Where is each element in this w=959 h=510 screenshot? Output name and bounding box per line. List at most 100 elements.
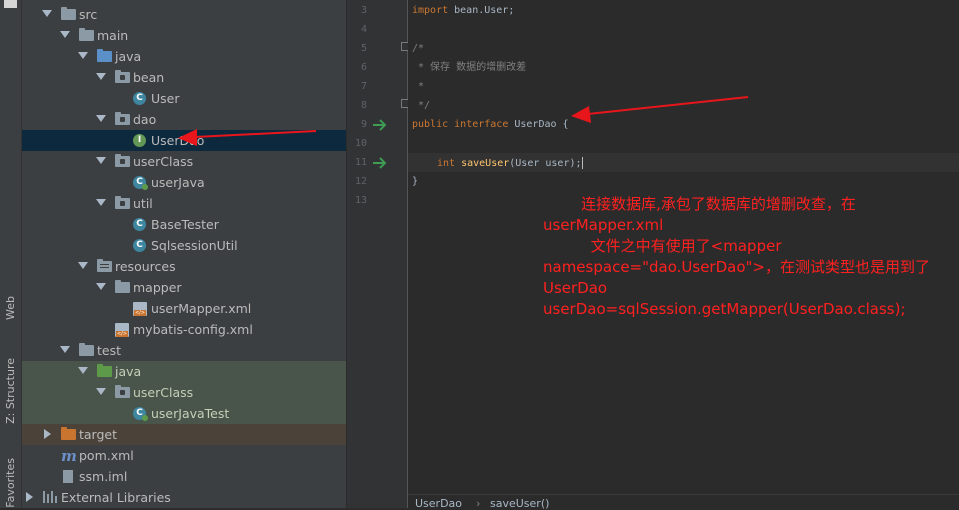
annotation-note: 连接数据库,承包了数据库的增删改查，在 userMapper.xml 文件之中有… <box>543 194 953 320</box>
line-number: 11 <box>354 157 367 168</box>
tree-label: UserDao <box>151 133 205 148</box>
tree-row-util[interactable]: util <box>22 193 346 214</box>
line-number: 7 <box>360 81 367 92</box>
tree-row-basetester[interactable]: C BaseTester <box>22 214 346 235</box>
code-editor[interactable]: import bean.User; /* * 保存 数据的增删改差 * */ p… <box>408 0 959 510</box>
code-line-6: * 保存 数据的增删改差 <box>412 62 527 73</box>
favorites-tool-tab[interactable]: Favorites <box>0 458 21 508</box>
expand-arrow-icon[interactable] <box>78 262 88 269</box>
tree-label: userMapper.xml <box>151 301 252 316</box>
package-icon <box>115 385 130 398</box>
tree-row-sqlsessionutil[interactable]: C SqlsessionUtil <box>22 235 346 256</box>
module-file-icon <box>63 470 73 483</box>
structure-tool-tab[interactable]: Z: Structure <box>0 358 21 424</box>
line-number: 8 <box>360 100 367 111</box>
package-icon <box>115 154 130 167</box>
tree-row-external-libraries[interactable]: External Libraries <box>22 487 346 508</box>
tree-row-main[interactable]: main <box>22 25 346 46</box>
tree-row-user[interactable]: C User <box>22 88 346 109</box>
folder-icon <box>79 343 94 356</box>
tree-row-mapper[interactable]: mapper <box>22 277 346 298</box>
code-line-12: } <box>412 176 419 187</box>
package-icon <box>115 196 130 209</box>
tree-label: java <box>115 364 142 379</box>
tree-label: bean <box>133 70 165 85</box>
line-number: 6 <box>360 62 367 73</box>
tree-row-userjavatest[interactable]: C userJavaTest <box>22 403 346 424</box>
tree-row-test-java[interactable]: java <box>22 361 346 382</box>
tree-row-test-userclass[interactable]: userClass <box>22 382 346 403</box>
tree-label: src <box>79 7 98 22</box>
tree-row-java[interactable]: java <box>22 46 346 67</box>
implemented-marker-icon[interactable] <box>372 119 388 131</box>
code-line-5: /* <box>412 43 425 54</box>
tree-label: target <box>79 427 118 442</box>
expand-arrow-icon[interactable] <box>60 346 70 353</box>
breadcrumb-method[interactable]: saveUser() <box>490 497 549 510</box>
tree-row-usermapper[interactable]: userMapper.xml <box>22 298 346 319</box>
expand-arrow-icon[interactable] <box>96 199 106 206</box>
excluded-folder-icon <box>61 427 76 440</box>
tree-row-test[interactable]: test <box>22 340 346 361</box>
tree-label: userClass <box>133 154 194 169</box>
breadcrumb-class[interactable]: UserDao <box>415 497 462 510</box>
package-icon <box>115 112 130 125</box>
web-tab-label: Web <box>4 296 17 320</box>
tree-row-resources[interactable]: resources <box>22 256 346 277</box>
collapse-arrow-icon[interactable] <box>26 492 33 502</box>
tree-label: dao <box>133 112 157 127</box>
left-tool-strip: Web Z: Structure Favorites <box>0 0 22 508</box>
annotation-line: UserDao <box>543 279 608 297</box>
web-tool-tab[interactable]: Web <box>0 296 21 320</box>
expand-arrow-icon[interactable] <box>42 10 52 17</box>
folder-icon <box>79 28 94 41</box>
xml-file-icon <box>133 302 147 316</box>
line-number: 3 <box>360 5 367 16</box>
class-icon: C <box>133 218 146 231</box>
tree-label: test <box>97 343 122 358</box>
expand-arrow-icon[interactable] <box>96 388 106 395</box>
annotation-line: userMapper.xml <box>543 216 664 234</box>
tree-label: userJavaTest <box>151 406 230 421</box>
library-icon <box>43 491 57 503</box>
class-icon: C <box>133 92 146 105</box>
expand-arrow-icon[interactable] <box>96 115 106 122</box>
tree-label: External Libraries <box>61 490 171 505</box>
code-line-9: public interface UserDao { <box>412 119 569 130</box>
code-line-11: int saveUser(User user); <box>437 157 583 169</box>
tree-label: BaseTester <box>151 217 219 232</box>
resources-folder-icon <box>97 259 112 272</box>
expand-arrow-icon[interactable] <box>60 31 70 38</box>
tree-row-userclass[interactable]: userClass <box>22 151 346 172</box>
tree-row-ssm-iml[interactable]: ssm.iml <box>22 466 346 487</box>
expand-arrow-icon[interactable] <box>96 157 106 164</box>
line-number: 13 <box>354 195 367 206</box>
text-cursor <box>581 157 583 169</box>
code-line-3: import bean.User; <box>412 5 515 16</box>
class-icon: C <box>133 239 146 252</box>
collapse-arrow-icon[interactable] <box>44 429 51 439</box>
tree-label: resources <box>115 259 176 274</box>
tree-row-src[interactable]: src <box>22 4 346 25</box>
tree-row-pom[interactable]: m pom.xml <box>22 445 346 466</box>
tree-row-bean[interactable]: bean <box>22 67 346 88</box>
tree-row-userdao[interactable]: I UserDao <box>22 130 346 151</box>
line-number: 4 <box>360 24 367 35</box>
tree-row-mybatis-config[interactable]: mybatis-config.xml <box>22 319 346 340</box>
expand-arrow-icon[interactable] <box>78 52 88 59</box>
project-tool-button[interactable] <box>4 0 17 8</box>
tree-row-dao[interactable]: dao <box>22 109 346 130</box>
tree-row-userjava[interactable]: C userJava <box>22 172 346 193</box>
tree-label: ssm.iml <box>79 469 128 484</box>
expand-arrow-icon[interactable] <box>96 283 106 290</box>
source-folder-icon <box>97 49 112 62</box>
expand-arrow-icon[interactable] <box>96 73 106 80</box>
tree-row-target[interactable]: target <box>22 424 346 445</box>
structure-tab-label: Z: Structure <box>4 358 17 424</box>
breadcrumb-separator-icon: › <box>476 497 481 510</box>
line-number: 5 <box>360 43 367 54</box>
implemented-marker-icon[interactable] <box>372 157 388 169</box>
editor-breadcrumb: UserDao › saveUser() <box>408 494 959 510</box>
expand-arrow-icon[interactable] <box>78 367 88 374</box>
project-tree: src main java bean C User dao I UserDao … <box>22 0 346 508</box>
